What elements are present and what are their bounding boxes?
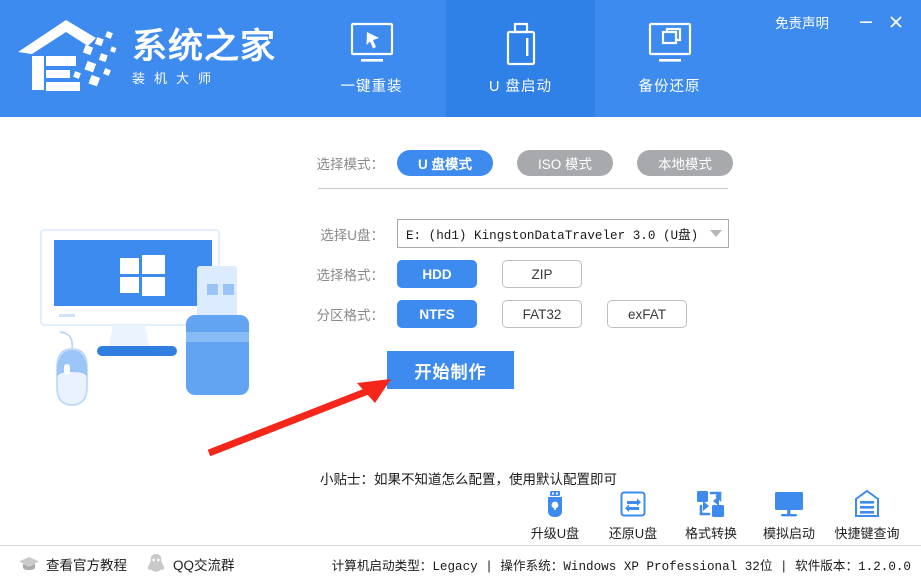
cursor-screen-icon xyxy=(343,22,401,68)
format-option-zip[interactable]: ZIP xyxy=(502,260,582,288)
windows-copy-screen-icon xyxy=(641,22,699,68)
minimize-button[interactable] xyxy=(851,9,881,35)
tool-simulate-boot[interactable]: 模拟启动 xyxy=(750,489,828,542)
tool-hotkey-lookup[interactable]: 快捷键查询 xyxy=(828,489,906,542)
simulate-boot-monitor-icon xyxy=(774,489,804,519)
usb-select[interactable]: E: (hd1) KingstonDataTraveler 3.0 (U盘) 2… xyxy=(397,219,729,248)
tab-one-click-reinstall[interactable]: 一键重装 xyxy=(297,0,446,117)
bottom-toolbar: 升级U盘 还原U盘 格式转换 模拟启动 快捷键查询 xyxy=(516,484,906,542)
tool-upgrade-usb[interactable]: 升级U盘 xyxy=(516,489,594,542)
app-window: 系统之家 装机大师 一键重装 U 盘启动 备份还原 免责声明 选择模式： U 盘… xyxy=(0,0,921,582)
disclaimer-link[interactable]: 免责声明 xyxy=(775,12,829,32)
tool-label: 模拟启动 xyxy=(762,526,815,541)
usb-upgrade-icon xyxy=(542,489,568,519)
tool-label: 格式转换 xyxy=(684,526,737,541)
qq-group-label: QQ交流群 xyxy=(173,558,235,573)
tool-format-convert[interactable]: 格式转换 xyxy=(672,489,750,542)
usb-select-value: E: (hd1) KingstonDataTraveler 3.0 (U盘) 2… xyxy=(406,229,706,243)
logo-title: 系统之家 xyxy=(132,27,277,66)
tool-label: 快捷键查询 xyxy=(834,526,900,541)
mode-label: 选择模式： xyxy=(316,157,385,172)
tutorial-link[interactable]: 查看官方教程 xyxy=(18,553,127,575)
tab-label: U 盘启动 xyxy=(489,78,552,95)
house-pixel-logo-icon xyxy=(14,16,126,100)
mode-option-usb[interactable]: U 盘模式 xyxy=(397,150,493,176)
tab-label: 备份还原 xyxy=(638,78,701,95)
qq-penguin-icon xyxy=(145,553,167,575)
title-bar: 系统之家 装机大师 一键重装 U 盘启动 备份还原 免责声明 xyxy=(0,0,921,117)
section-divider xyxy=(318,188,728,189)
mode-option-iso[interactable]: ISO 模式 xyxy=(517,150,613,176)
partition-label: 分区格式： xyxy=(316,308,385,323)
tool-label: 升级U盘 xyxy=(530,526,580,541)
tool-restore-usb[interactable]: 还原U盘 xyxy=(594,489,672,542)
close-icon xyxy=(890,16,902,28)
partition-option-ntfs[interactable]: NTFS xyxy=(397,300,477,328)
format-option-hdd[interactable]: HDD xyxy=(397,260,477,288)
status-bar: 查看官方教程 QQ交流群 计算机启动类型：Legacy | 操作系统：Windo… xyxy=(0,545,921,582)
mode-option-local[interactable]: 本地模式 xyxy=(637,150,733,176)
tutorial-label: 查看官方教程 xyxy=(46,558,127,573)
format-row: 选择格式： HDD ZIP xyxy=(310,260,607,288)
tool-label: 还原U盘 xyxy=(608,526,658,541)
logo-wordmark: 系统之家 装机大师 xyxy=(132,27,276,89)
partition-row: 分区格式： NTFS FAT32 exFAT xyxy=(310,300,712,328)
format-convert-icon xyxy=(696,489,726,519)
tab-label: 一键重装 xyxy=(340,78,403,95)
tab-usb-boot[interactable]: U 盘启动 xyxy=(446,0,595,117)
mode-row: 选择模式： U 盘模式 ISO 模式 本地模式 xyxy=(310,150,757,176)
chevron-down-icon xyxy=(710,230,722,237)
tab-backup-restore[interactable]: 备份还原 xyxy=(595,0,744,117)
close-button[interactable] xyxy=(881,9,911,35)
format-label: 选择格式： xyxy=(316,268,385,283)
monitor-usb-mouse-illustration xyxy=(35,222,310,422)
minimize-icon xyxy=(860,21,872,23)
app-logo: 系统之家 装机大师 xyxy=(14,10,304,106)
qq-group-link[interactable]: QQ交流群 xyxy=(145,553,235,575)
start-button[interactable]: 开始制作 xyxy=(387,351,514,389)
system-info-text: 计算机启动类型：Legacy | 操作系统：Windows XP Profess… xyxy=(331,559,911,574)
main-tabs: 一键重装 U 盘启动 备份还原 xyxy=(297,0,744,117)
partition-option-exfat[interactable]: exFAT xyxy=(607,300,687,328)
usb-boot-form: 选择模式： U 盘模式 ISO 模式 本地模式 选择U盘： E: (hd1) K… xyxy=(310,140,740,490)
partition-option-fat32[interactable]: FAT32 xyxy=(502,300,582,328)
usb-label: 选择U盘： xyxy=(320,227,384,243)
usb-restore-icon xyxy=(619,489,647,519)
window-controls: 免责声明 xyxy=(775,9,911,35)
usb-select-row: 选择U盘： E: (hd1) KingstonDataTraveler 3.0 … xyxy=(310,219,729,248)
logo-subtitle: 装机大师 xyxy=(132,71,221,86)
hotkey-lookup-icon xyxy=(854,489,880,519)
usb-drive-icon xyxy=(492,22,550,68)
graduation-cap-icon xyxy=(18,553,40,575)
